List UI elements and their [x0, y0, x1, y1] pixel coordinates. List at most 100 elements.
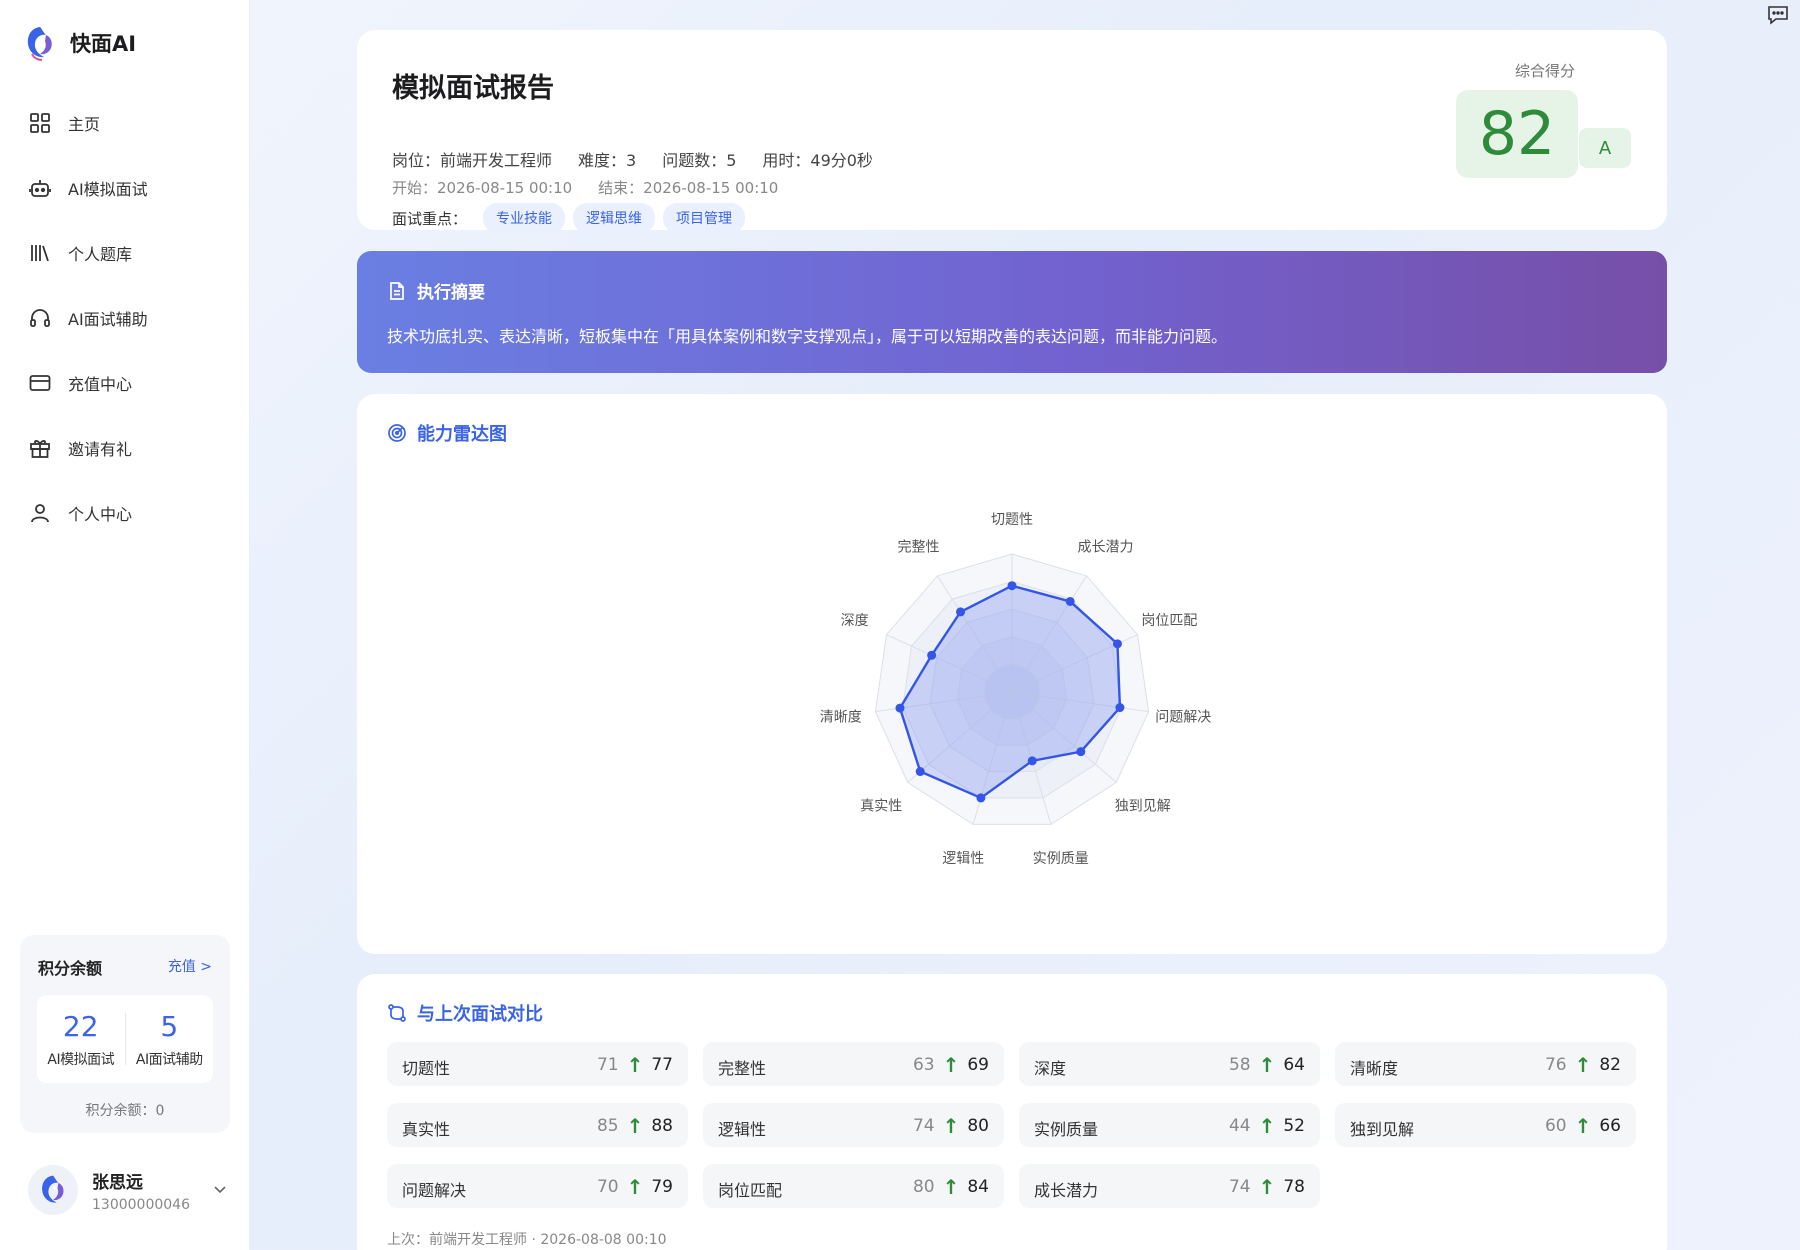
radar-axis-label: 岗位匹配 — [1141, 613, 1197, 629]
report-header: 模拟面试报告 岗位：前端开发工程师 难度：3 问题数：5 用时：49分0秒 开始… — [357, 30, 1667, 233]
duration-info: 用时：49分0秒 — [762, 151, 873, 170]
focus-tags: 面试重点： 专业技能 逻辑思维 项目管理 — [392, 203, 746, 233]
sidebar-item-home[interactable]: 主页 — [0, 90, 250, 155]
current-score: 69 — [967, 1055, 989, 1075]
focus-label: 面试重点： — [392, 209, 468, 228]
current-score: 88 — [651, 1116, 673, 1136]
compare-item: 真实性 85 ↑ 88 — [387, 1103, 688, 1147]
radar-axis-label: 独到见解 — [1115, 798, 1171, 814]
compare-item-name: 岗位匹配 — [718, 1181, 783, 1200]
dolphin-logo-icon — [27, 27, 52, 61]
previous-score: 63 — [912, 1055, 935, 1075]
sidebar-item-label: AI面试辅助 — [68, 309, 148, 329]
sidebar-item-question-bank[interactable]: 个人题库 — [0, 220, 250, 285]
compare-grid: 切题性 71 ↑ 77 完整性 63 ↑ 69 深度 58 ↑ 64 清晰度 76 ↑ 82 真实性 85 ↑ 88 逻… — [387, 1042, 1637, 1208]
radar-data-point — [1065, 596, 1075, 606]
assist-count: 5 AI面试辅助 — [126, 995, 214, 1083]
sidebar-item-interview-assist[interactable]: AI面试辅助 — [0, 285, 250, 350]
compare-item-values: 80 ↑ 84 — [913, 1175, 989, 1199]
user-menu[interactable]: 张思远 13000000046 — [28, 1165, 228, 1215]
radar-axis-label: 完整性 — [897, 539, 939, 555]
difficulty-info: 难度：3 — [578, 151, 637, 170]
current-score: 79 — [651, 1177, 673, 1197]
user-phone: 13000000046 — [92, 1196, 190, 1213]
sidebar: 快面AI 主页 AI模拟面试 个人题库 AI面试辅助 充值中心 邀请有礼 个人中… — [0, 0, 250, 1250]
compare-item-name: 切题性 — [402, 1059, 451, 1078]
radar-data-point — [1112, 639, 1122, 649]
summary-text: 技术功底扎实、表达清晰，短板集中在「用具体案例和数字支撑观点」，属于可以短期改善… — [387, 327, 1228, 346]
card-icon — [28, 371, 52, 395]
score-value: 82 — [1478, 99, 1556, 169]
previous-score: 74 — [1228, 1177, 1251, 1197]
sidebar-item-label: 个人题库 — [68, 244, 133, 264]
compare-item-values: 60 ↑ 66 — [1545, 1114, 1621, 1138]
compare-title: 与上次面试对比 — [417, 1004, 543, 1025]
assist-count-value: 5 — [160, 1009, 179, 1043]
radar-axis-label: 实例质量 — [1033, 851, 1089, 867]
radar-axis-label: 深度 — [841, 613, 869, 629]
recharge-link[interactable]: 充值 > — [168, 956, 212, 976]
compare-item-name: 独到见解 — [1350, 1120, 1415, 1139]
compare-card: 与上次面试对比 切题性 71 ↑ 77 完整性 63 ↑ 69 深度 58 ↑ 64 清晰度 76 ↑ 82 真… — [357, 974, 1667, 1250]
current-score: 80 — [967, 1116, 989, 1136]
compare-item-values: 70 ↑ 79 — [597, 1175, 673, 1199]
user-info: 张思远 13000000046 — [92, 1168, 190, 1213]
radar-axis-label: 清晰度 — [820, 710, 862, 726]
previous-score: 71 — [596, 1055, 619, 1075]
current-score: 66 — [1599, 1116, 1621, 1136]
mock-interview-count: 22 AI模拟面试 — [37, 995, 125, 1083]
radar-axis-label: 成长潜力 — [1078, 539, 1134, 555]
radar-data-point — [915, 767, 925, 777]
current-score: 84 — [967, 1177, 989, 1197]
grid-icon — [28, 111, 52, 135]
previous-score: 85 — [596, 1116, 619, 1136]
user-icon — [28, 501, 52, 525]
chevron-down-icon[interactable] — [212, 1181, 228, 1197]
compare-item-values: 74 ↑ 80 — [913, 1114, 989, 1138]
sidebar-item-invite[interactable]: 邀请有礼 — [0, 415, 250, 480]
avatar — [28, 1165, 78, 1215]
radar-data-point — [895, 703, 905, 713]
arrow-up-icon: ↑ — [626, 1175, 644, 1199]
sidebar-item-label: AI模拟面试 — [68, 179, 148, 199]
radar-axis-label: 真实性 — [860, 798, 902, 814]
arrow-up-icon: ↑ — [1258, 1053, 1276, 1077]
sidebar-item-mock-interview[interactable]: AI模拟面试 — [0, 155, 250, 220]
sidebar-item-recharge[interactable]: 充值中心 — [0, 350, 250, 415]
page-title: 模拟面试报告 — [392, 73, 554, 104]
compare-header: 与上次面试对比 — [387, 1000, 543, 1026]
compare-item: 独到见解 60 ↑ 66 — [1335, 1103, 1636, 1147]
previous-interview: 上次：前端开发工程师 · 2026-08-08 00:10 — [387, 1232, 667, 1248]
compare-item: 成长潜力 74 ↑ 78 — [1019, 1164, 1320, 1208]
brand[interactable]: 快面AI — [24, 24, 136, 62]
previous-score: 74 — [912, 1116, 935, 1136]
grade-badge: A — [1579, 128, 1631, 168]
sidebar-item-profile[interactable]: 个人中心 — [0, 480, 250, 545]
previous-score: 70 — [596, 1177, 619, 1197]
focus-tag: 逻辑思维 — [573, 203, 656, 233]
start-time: 开始：2026-08-15 00:10 — [392, 179, 573, 197]
radar-data-point — [1007, 581, 1017, 591]
arrow-up-icon: ↑ — [626, 1053, 644, 1077]
compare-item-name: 成长潜力 — [1034, 1181, 1099, 1200]
compare-item: 完整性 63 ↑ 69 — [703, 1042, 1004, 1086]
radar-axis-label: 逻辑性 — [942, 851, 984, 867]
compare-item-name: 问题解决 — [402, 1181, 467, 1200]
compare-item-values: 74 ↑ 78 — [1229, 1175, 1305, 1199]
current-score: 78 — [1283, 1177, 1305, 1197]
radar-card: 能力雷达图 切题性 成长潜力 岗位匹配 问题解决 独到见解 实例质量 逻辑性 真实性 清晰度 深度… — [357, 394, 1667, 954]
report-times: 开始：2026-08-15 00:10 结束：2026-08-15 00:10 — [392, 177, 778, 198]
focus-tag: 项目管理 — [663, 203, 746, 233]
chat-bubble-icon[interactable] — [1766, 4, 1790, 26]
focus-tag: 专业技能 — [483, 203, 566, 233]
current-score: 77 — [651, 1055, 673, 1075]
overall-score: 82 — [1456, 90, 1578, 178]
compare-item: 实例质量 44 ↑ 52 — [1019, 1103, 1320, 1147]
compare-item-values: 85 ↑ 88 — [597, 1114, 673, 1138]
points-balance: 积分余额：0 — [85, 1103, 165, 1119]
previous-score: 58 — [1228, 1055, 1251, 1075]
previous-score: 80 — [912, 1177, 935, 1197]
document-icon — [390, 281, 404, 300]
radar-data-point — [1027, 756, 1037, 766]
end-time: 结束：2026-08-15 00:10 — [598, 179, 779, 197]
